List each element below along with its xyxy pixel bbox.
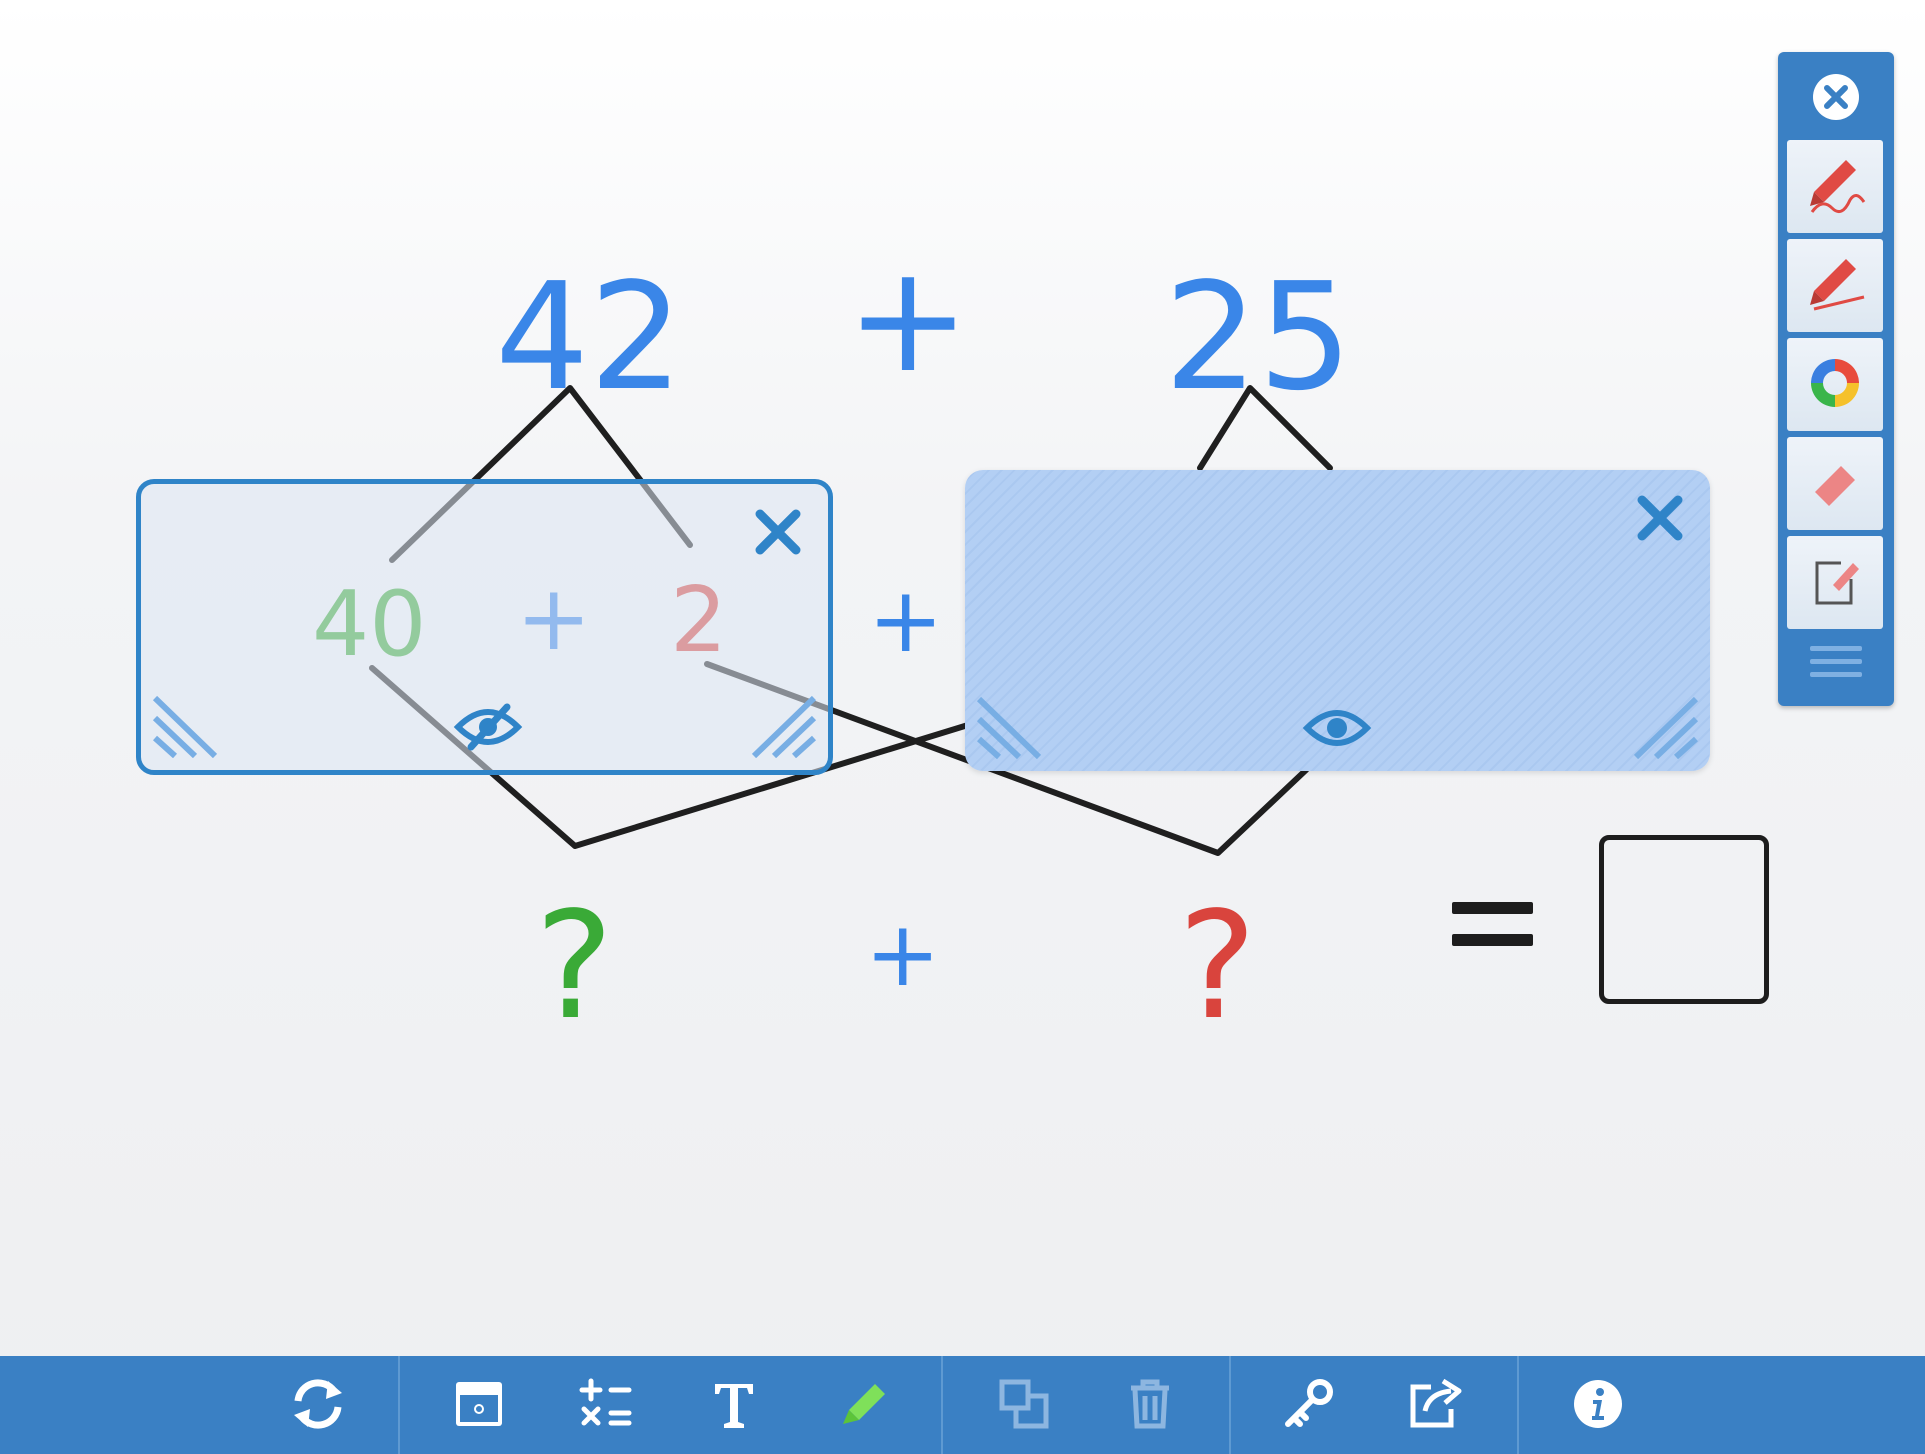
duplicate-button[interactable] <box>992 1376 1056 1436</box>
text-tool-button[interactable] <box>702 1376 766 1436</box>
eraser-icon <box>1805 452 1865 516</box>
close-icon[interactable] <box>1811 72 1861 122</box>
bottom-toolbar <box>0 1356 1925 1454</box>
highlighter-button[interactable] <box>831 1376 895 1436</box>
refresh-icon <box>288 1377 348 1435</box>
workspace-canvas[interactable]: 42 + 25 40 + 2 + ? + ? <box>0 0 1925 1356</box>
middle-plus-sign: + <box>868 568 944 673</box>
highlighter-icon <box>835 1376 891 1436</box>
key-button[interactable] <box>1278 1376 1342 1436</box>
drawing-tools-panel <box>1778 52 1894 706</box>
mask-left-transparent[interactable] <box>136 479 833 775</box>
share-icon <box>1407 1377 1465 1435</box>
operations-icon <box>579 1377 633 1435</box>
clear-page-icon <box>1805 551 1865 615</box>
drag-handle-icon[interactable] <box>1810 646 1862 685</box>
refresh-button[interactable] <box>286 1376 350 1436</box>
top-plus-sign: + <box>846 233 971 405</box>
resize-corner-icon[interactable] <box>1618 679 1699 760</box>
bottom-right-unknown: ? <box>1178 880 1257 1052</box>
freehand-pen-button[interactable] <box>1787 140 1883 233</box>
close-icon[interactable] <box>1634 492 1686 544</box>
bottom-plus-sign: + <box>865 902 941 1007</box>
mask-right-opaque[interactable] <box>965 470 1710 771</box>
eye-icon[interactable] <box>1302 703 1372 753</box>
answer-box[interactable] <box>1599 835 1769 1004</box>
text-icon <box>711 1378 757 1434</box>
toolbar-separator <box>398 1356 400 1454</box>
color-wheel-icon <box>1807 355 1863 415</box>
clear-page-button[interactable] <box>1787 536 1883 629</box>
color-picker-button[interactable] <box>1787 338 1883 431</box>
top-right-number: 25 <box>1164 251 1353 423</box>
share-button[interactable] <box>1404 1376 1468 1436</box>
resize-corner-icon[interactable] <box>152 678 233 759</box>
info-button[interactable] <box>1566 1376 1630 1436</box>
straight-line-pen-icon <box>1800 249 1870 323</box>
close-icon[interactable] <box>752 506 804 558</box>
resize-corner-icon[interactable] <box>736 678 817 759</box>
line-pen-button[interactable] <box>1787 239 1883 332</box>
trash-icon <box>1127 1378 1173 1434</box>
resize-corner-icon[interactable] <box>976 679 1057 760</box>
screen-shade-icon <box>453 1379 505 1433</box>
delete-button[interactable] <box>1118 1376 1182 1436</box>
toolbar-separator <box>1229 1356 1231 1454</box>
info-icon <box>1572 1378 1624 1434</box>
key-icon <box>1282 1376 1338 1436</box>
screen-shade-button[interactable] <box>447 1376 511 1436</box>
equals-sign <box>1452 902 1533 966</box>
toolbar-separator <box>941 1356 943 1454</box>
bottom-left-unknown: ? <box>535 880 614 1052</box>
operations-button[interactable] <box>574 1376 638 1436</box>
toolbar-separator <box>1517 1356 1519 1454</box>
eraser-button[interactable] <box>1787 437 1883 530</box>
freehand-pen-icon <box>1800 150 1870 224</box>
duplicate-icon <box>998 1378 1050 1434</box>
top-left-number: 42 <box>495 251 684 423</box>
eye-off-icon[interactable] <box>453 702 523 752</box>
